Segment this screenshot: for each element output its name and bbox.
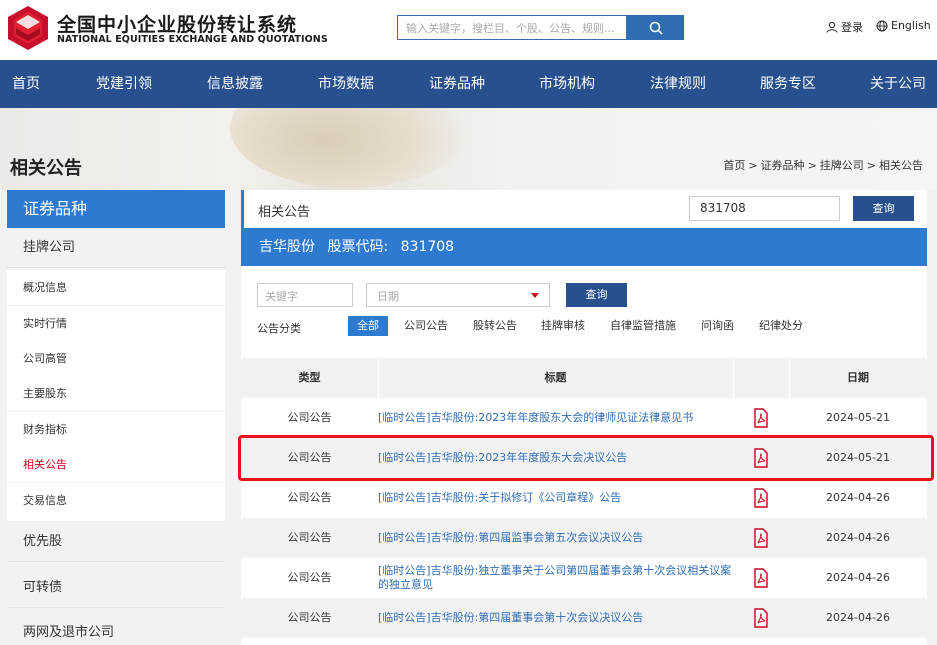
breadcrumb: 首页 > 证券品种 > 挂牌公司 > 相关公告 bbox=[723, 159, 923, 172]
category-label: 公告分类 bbox=[257, 322, 301, 335]
table-row: 公司公告 [临时公告]吉华股份:第四届监事会第五次会议决议公告 2024-04-… bbox=[241, 518, 927, 558]
site-search-button[interactable] bbox=[627, 15, 684, 40]
category-tab-all[interactable]: 全部 bbox=[348, 316, 388, 336]
pdf-icon[interactable] bbox=[751, 568, 771, 588]
stock-code-label: 股票代码: bbox=[327, 239, 389, 255]
row-title-link[interactable]: [临时公告]吉华股份:第四届监事会第五次会议决议公告 bbox=[378, 518, 733, 558]
sidebar-sub-quotes[interactable]: 实时行情 bbox=[7, 306, 225, 341]
col-header-title: 标题 bbox=[544, 371, 567, 384]
category-tab-company[interactable]: 公司公告 bbox=[404, 316, 448, 336]
nav-item-services[interactable]: 服务专区 bbox=[760, 60, 816, 108]
stock-code-input[interactable]: 831708 bbox=[689, 196, 840, 221]
row-date: 2024-04-26 bbox=[826, 491, 890, 504]
nav-item-institutions[interactable]: 市场机构 bbox=[539, 60, 595, 108]
breadcrumb-listed[interactable]: 挂牌公司 bbox=[820, 159, 864, 172]
row-type: 公司公告 bbox=[287, 571, 332, 584]
nav-item-securities[interactable]: 证券品种 bbox=[429, 60, 485, 108]
pdf-icon[interactable] bbox=[751, 488, 771, 508]
main-nav: 首页 党建引领 信息披露 市场数据 证券品种 市场机构 法律规则 服务专区 关于… bbox=[0, 60, 937, 108]
category-tab-inquiry[interactable]: 问询函 bbox=[701, 316, 734, 336]
sidebar-sub-announcements[interactable]: 相关公告 bbox=[7, 447, 225, 482]
table-row: 公司公告 [临时公告]吉华股份:第四届董事会第十次会议决议公告 2024-04-… bbox=[241, 598, 927, 638]
col-header-type: 类型 bbox=[298, 371, 321, 384]
row-type: 公司公告 bbox=[287, 611, 332, 624]
row-title-link[interactable]: [临时公告]吉华股份:2023年年度股东大会的律师见证法律意见书 bbox=[378, 398, 733, 438]
row-date: 2024-04-26 bbox=[826, 571, 890, 584]
sidebar-sub-overview[interactable]: 概况信息 bbox=[7, 270, 225, 305]
keyword-input[interactable]: 关键字 bbox=[257, 283, 353, 307]
breadcrumb-current: 相关公告 bbox=[879, 159, 923, 172]
logo-title-cn[interactable]: 全国中小企业股份转让系统 bbox=[57, 10, 297, 37]
table-row: 公司公告 [临时公告]吉华股份:独立董事关于公司第四届董事会第十次会议相关议案的… bbox=[241, 558, 927, 598]
sidebar-sub-shareholders[interactable]: 主要股东 bbox=[7, 376, 225, 411]
dropdown-caret-icon bbox=[531, 293, 539, 298]
sidebar-sub-trading[interactable]: 交易信息 bbox=[7, 483, 225, 521]
row-type: 公司公告 bbox=[287, 531, 332, 544]
breadcrumb-securities[interactable]: 证券品种 bbox=[761, 159, 805, 172]
date-placeholder: 日期 bbox=[377, 290, 399, 303]
panel-title: 相关公告 bbox=[258, 205, 311, 220]
date-select[interactable]: 日期 bbox=[366, 283, 550, 307]
stock-code: 831708 bbox=[400, 239, 455, 255]
page-title: 相关公告 bbox=[10, 158, 82, 179]
code-query-button[interactable]: 查询 bbox=[853, 196, 914, 221]
panel-header: 相关公告 831708 查询 bbox=[241, 190, 927, 228]
site-search-input[interactable]: 输入关键字，搜栏目、个股、公告、规则... bbox=[397, 15, 627, 40]
pdf-icon[interactable] bbox=[751, 408, 771, 428]
nav-item-party[interactable]: 党建引领 bbox=[96, 60, 152, 108]
sidebar-sub-executives[interactable]: 公司高管 bbox=[7, 341, 225, 376]
login-link[interactable]: 登录 bbox=[826, 19, 863, 35]
nav-item-market-data[interactable]: 市场数据 bbox=[318, 60, 374, 108]
pdf-icon[interactable] bbox=[751, 608, 771, 628]
top-header: 全国中小企业股份转让系统 NATIONAL EQUITIES EXCHANGE … bbox=[0, 0, 937, 60]
row-title-link[interactable]: [临时公告]吉华股份:独立董事关于公司第四届董事会第十次会议相关议案的独立意见 bbox=[378, 558, 733, 598]
stock-info-bar: 吉华股份 股票代码: 831708 bbox=[241, 228, 927, 266]
search-icon bbox=[649, 21, 663, 35]
category-tab-supervision[interactable]: 自律监管措施 bbox=[610, 316, 676, 336]
english-link[interactable]: English bbox=[876, 19, 931, 32]
sidebar-item-convertible[interactable]: 可转债 bbox=[7, 568, 225, 608]
sidebar-item-listed-companies[interactable]: 挂牌公司 bbox=[7, 228, 225, 268]
sidebar-item-preferred[interactable]: 优先股 bbox=[7, 522, 225, 562]
announcements-panel: 相关公告 831708 查询 吉华股份 股票代码: 831708 关键字 日期 … bbox=[241, 190, 927, 645]
category-tab-neeq[interactable]: 股转公告 bbox=[473, 316, 517, 336]
table-row: 公司公告 [临时公告]吉华股份:关于拟修订《公司章程》公告 2024-04-26 bbox=[241, 478, 927, 518]
nav-item-about[interactable]: 关于公司 bbox=[870, 60, 926, 108]
english-label: English bbox=[891, 19, 931, 32]
sidebar-item-delisted[interactable]: 两网及退市公司 bbox=[7, 613, 225, 645]
filter-query-button[interactable]: 查询 bbox=[566, 283, 627, 307]
row-title-link[interactable]: [临时公告]吉华股份:第四届董事会第十次会议决议公告 bbox=[378, 598, 733, 638]
banner-decoration bbox=[230, 108, 470, 188]
neeq-logo-icon[interactable] bbox=[8, 6, 48, 50]
table-header: 类型 标题 日期 bbox=[241, 358, 927, 398]
breadcrumb-home[interactable]: 首页 bbox=[723, 159, 745, 172]
stock-name: 吉华股份 bbox=[259, 239, 315, 255]
login-label: 登录 bbox=[841, 21, 863, 34]
row-date: 2024-04-26 bbox=[826, 611, 890, 624]
category-tab-listing-review[interactable]: 挂牌审核 bbox=[541, 316, 585, 336]
user-icon bbox=[826, 21, 838, 33]
row-type: 公司公告 bbox=[287, 491, 332, 504]
sidebar-heading: 证券品种 bbox=[7, 190, 225, 228]
nav-item-rules[interactable]: 法律规则 bbox=[650, 60, 706, 108]
category-tab-discipline[interactable]: 纪律处分 bbox=[759, 316, 803, 336]
row-title-link[interactable]: [临时公告]吉华股份:关于拟修订《公司章程》公告 bbox=[378, 478, 733, 518]
sidebar-sub-financials[interactable]: 财务指标 bbox=[7, 412, 225, 447]
nav-item-disclosure[interactable]: 信息披露 bbox=[207, 60, 263, 108]
col-header-date: 日期 bbox=[847, 371, 869, 384]
highlight-box bbox=[238, 435, 934, 481]
row-date: 2024-05-21 bbox=[826, 411, 890, 424]
table-row: 公司公告 [临时公告]吉华股份:2023年年度股东大会的律师见证法律意见书 20… bbox=[241, 398, 927, 438]
pdf-icon[interactable] bbox=[751, 528, 771, 548]
row-date: 2024-04-26 bbox=[826, 531, 890, 544]
nav-item-home[interactable]: 首页 bbox=[12, 60, 40, 108]
logo-title-en[interactable]: NATIONAL EQUITIES EXCHANGE AND QUOTATION… bbox=[57, 34, 328, 45]
page-banner bbox=[0, 108, 937, 190]
row-type: 公司公告 bbox=[287, 411, 332, 424]
globe-icon bbox=[876, 20, 888, 31]
